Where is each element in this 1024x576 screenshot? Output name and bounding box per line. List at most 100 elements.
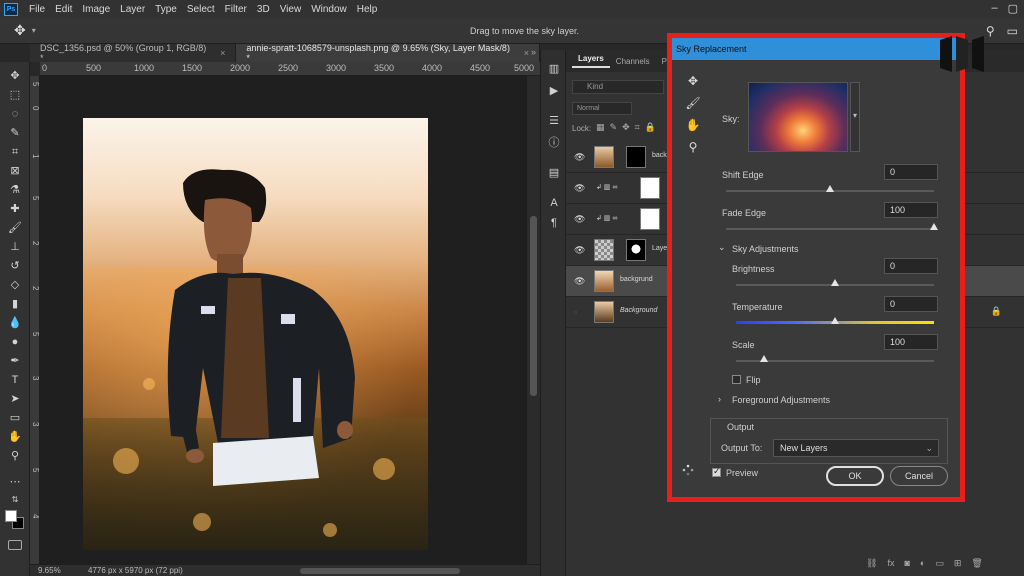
- chevron-down-icon[interactable]: ▾: [32, 26, 36, 35]
- trash-icon[interactable]: 🗑: [971, 558, 982, 569]
- vertical-scrollbar[interactable]: [526, 76, 540, 564]
- lock-artboard-icon[interactable]: ⌗: [635, 122, 640, 133]
- close-icon[interactable]: ×: [220, 48, 225, 58]
- layer-filter-kind[interactable]: Kind: [572, 80, 664, 94]
- quick-mask-icon[interactable]: [8, 540, 22, 550]
- chevron-right-icon[interactable]: ›: [718, 394, 721, 404]
- lasso-icon[interactable]: ◌: [7, 106, 23, 122]
- rectangle-icon[interactable]: ▭: [7, 410, 23, 426]
- scale-field[interactable]: 100: [884, 334, 938, 350]
- document-image[interactable]: [83, 118, 428, 550]
- adjustments-icon[interactable]: ☰: [547, 114, 561, 128]
- frame-icon[interactable]: ⊠: [7, 163, 23, 179]
- foreground-color-swatch[interactable]: [5, 510, 17, 522]
- actions-play-icon[interactable]: ▶: [547, 84, 561, 98]
- fade-edge-slider-thumb[interactable]: [930, 223, 938, 230]
- properties-icon[interactable]: ▤: [547, 166, 561, 180]
- minimize-icon[interactable]: –: [991, 2, 997, 15]
- menu-image[interactable]: Image: [77, 4, 115, 15]
- menu-window[interactable]: Window: [306, 4, 352, 15]
- tab-annie-spratt[interactable]: annie-spratt-1068579-unsplash.png @ 9.65…: [236, 43, 540, 63]
- menu-view[interactable]: View: [275, 4, 307, 15]
- paragraph-icon[interactable]: ¶: [547, 216, 561, 230]
- pen-icon[interactable]: ✒: [7, 353, 23, 369]
- sky-adjustments-header[interactable]: Sky Adjustments: [732, 244, 799, 254]
- crop-icon[interactable]: ⌗: [7, 144, 23, 160]
- history-icon[interactable]: ▥: [547, 62, 561, 76]
- blend-mode-select[interactable]: Normal: [572, 102, 632, 115]
- sky-brush-icon[interactable]: 🖌: [682, 96, 704, 118]
- hand-icon[interactable]: ✋: [7, 429, 23, 445]
- tab-layers[interactable]: Layers: [572, 54, 610, 68]
- add-mask-icon[interactable]: ◙: [904, 558, 909, 569]
- menu-layer[interactable]: Layer: [115, 4, 150, 15]
- canvas-area[interactable]: [40, 76, 526, 564]
- horizontal-scrollbar[interactable]: [300, 568, 460, 574]
- move-icon[interactable]: ✥: [7, 68, 23, 84]
- eye-icon[interactable]: 👁: [574, 214, 585, 224]
- move-icon[interactable]: ✥: [682, 74, 704, 96]
- menu-select[interactable]: Select: [182, 4, 220, 15]
- fade-edge-field[interactable]: 100: [884, 202, 938, 218]
- lock-pixels-icon[interactable]: ▦: [596, 122, 605, 133]
- tab-dsc-1356[interactable]: DSC_1356.psd @ 50% (Group 1, RGB/8) * ×: [30, 43, 237, 63]
- zoom-level[interactable]: 9.65%: [38, 566, 78, 575]
- more-tools-icon[interactable]: ⋯: [7, 474, 23, 490]
- swap-colors-icon[interactable]: ⇅: [7, 492, 23, 508]
- hand-icon[interactable]: ✋: [682, 118, 704, 140]
- zoom-icon[interactable]: ⚲: [7, 448, 23, 464]
- eye-icon[interactable]: 👁: [574, 183, 585, 193]
- info-icon[interactable]: ⓘ: [547, 136, 561, 150]
- dodge-icon[interactable]: ●: [7, 334, 23, 350]
- maximize-icon[interactable]: ▢: [1008, 2, 1018, 15]
- chevron-down-icon[interactable]: ▾: [850, 82, 860, 152]
- menu-help[interactable]: Help: [352, 4, 383, 15]
- eraser-icon[interactable]: ◇: [7, 277, 23, 293]
- menu-type[interactable]: Type: [150, 4, 182, 15]
- tab-channels[interactable]: Channels: [610, 57, 656, 66]
- stamp-icon[interactable]: ⊥: [7, 239, 23, 255]
- eye-icon[interactable]: 👁: [574, 245, 585, 255]
- brightness-field[interactable]: 0: [884, 258, 938, 274]
- scrollbar-thumb[interactable]: [530, 216, 537, 396]
- brush-icon[interactable]: 🖌: [7, 220, 23, 236]
- lock-position-icon[interactable]: ✥: [622, 122, 630, 133]
- eye-icon[interactable]: 👁: [574, 152, 585, 162]
- eye-hidden-icon[interactable]: ▫: [574, 307, 584, 317]
- output-to-select[interactable]: New Layers ⌄: [773, 439, 939, 457]
- ok-button[interactable]: OK: [826, 466, 884, 486]
- preview-checkbox[interactable]: [712, 466, 721, 477]
- group-icon[interactable]: ▭: [935, 558, 944, 569]
- lock-all-icon[interactable]: 🔒: [645, 122, 656, 133]
- sky-preset-thumbnail[interactable]: [748, 82, 848, 152]
- cancel-button[interactable]: Cancel: [890, 466, 948, 486]
- character-icon[interactable]: A: [547, 196, 561, 210]
- flip-checkbox[interactable]: [732, 375, 741, 384]
- tabs-overflow-icon[interactable]: »: [531, 47, 536, 57]
- shift-edge-slider-thumb[interactable]: [826, 185, 834, 192]
- fade-edge-slider[interactable]: [726, 228, 934, 230]
- shift-edge-field[interactable]: 0: [884, 164, 938, 180]
- type-icon[interactable]: T: [7, 372, 23, 388]
- path-select-icon[interactable]: ➤: [7, 391, 23, 407]
- lock-paint-icon[interactable]: ✎: [610, 122, 618, 133]
- zoom-icon[interactable]: ⚲: [682, 140, 704, 162]
- link-icon[interactable]: ⛓: [866, 558, 877, 569]
- history-brush-icon[interactable]: ↺: [7, 258, 23, 274]
- scale-slider-thumb[interactable]: [759, 355, 768, 362]
- marquee-icon[interactable]: ⬚: [7, 87, 23, 103]
- fx-icon[interactable]: fx: [887, 558, 894, 569]
- blur-icon[interactable]: 💧: [7, 315, 23, 331]
- menu-edit[interactable]: Edit: [50, 4, 77, 15]
- healing-icon[interactable]: ✚: [7, 201, 23, 217]
- quick-select-icon[interactable]: ✎: [7, 125, 23, 141]
- adjustment-layer-icon[interactable]: ◐: [920, 558, 925, 569]
- move-tool-icon[interactable]: ✥: [14, 22, 26, 39]
- menu-3d[interactable]: 3D: [252, 4, 275, 15]
- close-icon[interactable]: ×: [524, 48, 529, 58]
- eyedropper-icon[interactable]: ⚗: [7, 182, 23, 198]
- eye-icon[interactable]: 👁: [574, 276, 585, 286]
- temperature-slider-thumb[interactable]: [831, 317, 839, 324]
- menu-file[interactable]: File: [24, 4, 50, 15]
- foreground-adjustments-header[interactable]: Foreground Adjustments: [732, 395, 830, 405]
